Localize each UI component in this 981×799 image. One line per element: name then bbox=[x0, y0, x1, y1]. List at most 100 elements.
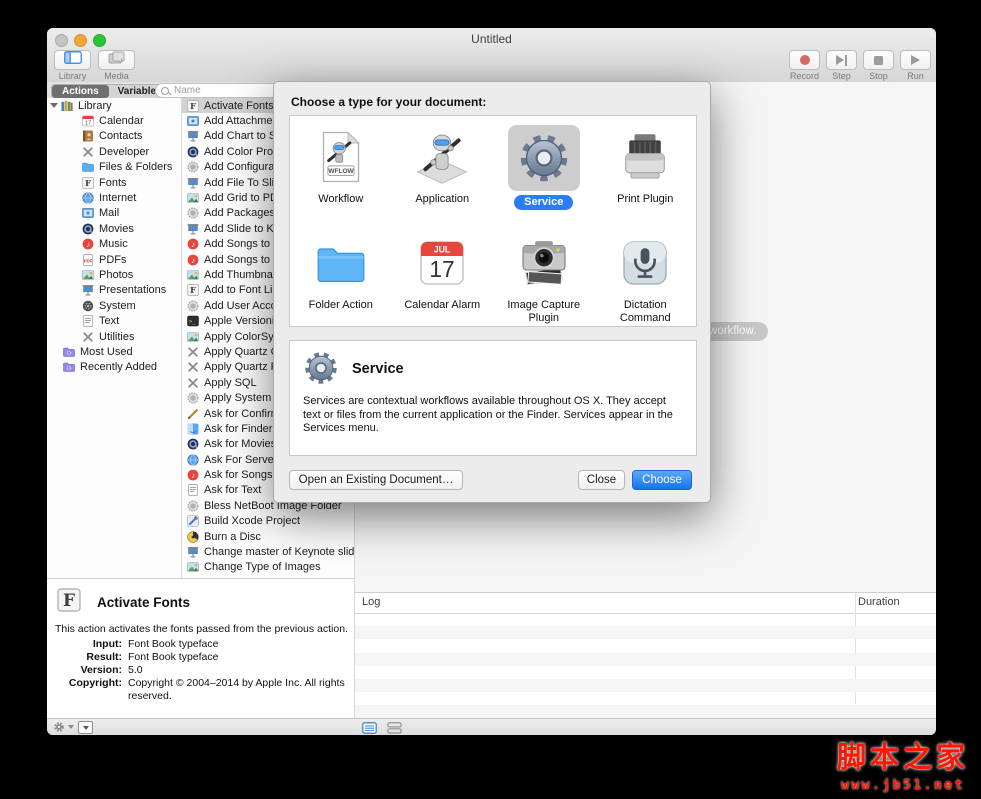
svg-text:♪: ♪ bbox=[191, 471, 195, 480]
duration-column-header[interactable]: Duration bbox=[858, 596, 900, 608]
library-toolbar-button[interactable]: Library bbox=[54, 50, 91, 82]
system-icon bbox=[82, 300, 94, 312]
sidebar-item-fonts[interactable]: FFonts bbox=[47, 175, 181, 190]
stop-button[interactable]: Stop bbox=[863, 50, 894, 82]
log-header: Log Duration bbox=[355, 593, 936, 614]
folder-icon bbox=[309, 231, 373, 295]
type-detail-box: Service Services are contextual workflow… bbox=[289, 340, 697, 456]
doc-type-service[interactable]: Service bbox=[493, 116, 595, 222]
sidebar-item-calendar[interactable]: 17Calendar bbox=[47, 113, 181, 128]
doc-type-calendar-alarm[interactable]: JUL17 Calendar Alarm bbox=[392, 222, 494, 328]
doc-type-label: Calendar Alarm bbox=[404, 299, 480, 312]
doc-type-dictation-command[interactable]: Dictation Command bbox=[595, 222, 697, 328]
camera-icon bbox=[512, 231, 576, 295]
xtool-icon bbox=[82, 331, 94, 343]
actions-variables-segment: Actions Variables bbox=[51, 84, 172, 99]
description-field: Result:Font Book typeface bbox=[47, 651, 346, 664]
disclosure-triangle-icon[interactable] bbox=[50, 103, 58, 108]
sidebar-item-utilities[interactable]: Utilities bbox=[47, 329, 181, 344]
sidebar-item-text[interactable]: Text bbox=[47, 313, 181, 328]
sidebar-item-files-folders[interactable]: Files & Folders bbox=[47, 160, 181, 175]
record-icon bbox=[800, 55, 810, 65]
choose-button[interactable]: Choose bbox=[632, 470, 692, 490]
doc-type-print-plugin[interactable]: Print Plugin bbox=[595, 116, 697, 222]
detail-title: Service bbox=[352, 361, 404, 377]
doc-type-application[interactable]: Application bbox=[392, 116, 494, 222]
sidebar-item-pdfs[interactable]: PDF PDFs bbox=[47, 252, 181, 267]
log-column-header[interactable]: Log bbox=[362, 596, 380, 608]
sidebar-item-mail[interactable]: Mail bbox=[47, 206, 181, 221]
svg-text:♪: ♪ bbox=[119, 56, 124, 65]
view-log-toggle[interactable] bbox=[362, 721, 377, 735]
sidebar-item-movies[interactable]: Movies bbox=[47, 221, 181, 236]
record-button[interactable]: Record bbox=[789, 50, 820, 82]
watermark: 脚本之家 www.jb51.net bbox=[837, 734, 969, 793]
stamp-icon bbox=[187, 207, 199, 219]
sidebar-item-photos[interactable]: Photos bbox=[47, 267, 181, 282]
sidebar-item-label: Text bbox=[99, 315, 119, 327]
view-variables-toggle[interactable] bbox=[387, 721, 402, 735]
pdf-icon: PDF bbox=[82, 254, 94, 266]
log-row bbox=[355, 626, 936, 639]
description-field: Input:Font Book typeface bbox=[47, 638, 346, 651]
action-item-label: Ask for Songs bbox=[204, 469, 272, 481]
sidebar-item-label: Most Used bbox=[80, 346, 133, 358]
action-item-label: Change master of Keynote slide bbox=[204, 546, 354, 558]
gear-icon bbox=[302, 349, 340, 392]
media-icon: ♪ bbox=[108, 51, 126, 69]
keynote-icon bbox=[187, 546, 199, 558]
action-item-label: Apply SQL bbox=[204, 377, 257, 389]
watermark-title: 脚本之家 bbox=[837, 734, 969, 776]
close-button[interactable]: Close bbox=[578, 470, 625, 490]
sidebar-item-label: Photos bbox=[99, 269, 133, 281]
action-item-burn-a-disc[interactable]: Burn a Disc bbox=[182, 529, 354, 544]
contacts-icon bbox=[82, 130, 94, 142]
pen-icon bbox=[187, 408, 199, 420]
sidebar-item-library[interactable]: Library bbox=[47, 98, 181, 113]
doc-type-image-capture-plugin[interactable]: Image Capture Plugin bbox=[493, 222, 595, 328]
sidebar-item-music[interactable]: ♪Music bbox=[47, 237, 181, 252]
action-item-change-master-of-keynote-slide[interactable]: Change master of Keynote slide bbox=[182, 544, 354, 559]
options-checkbox[interactable] bbox=[78, 721, 93, 734]
xtool-icon bbox=[82, 146, 94, 158]
bottom-bar bbox=[47, 718, 936, 735]
doc-type-label: Service bbox=[514, 195, 573, 210]
doc-type-folder-action[interactable]: Folder Action bbox=[290, 222, 392, 328]
open-existing-document-button[interactable]: Open an Existing Document… bbox=[289, 470, 463, 490]
sidebar-item-internet[interactable]: Internet bbox=[47, 190, 181, 205]
sidebar-item-system[interactable]: System bbox=[47, 298, 181, 313]
run-button[interactable]: Run bbox=[900, 50, 931, 82]
svg-text:>_: >_ bbox=[189, 319, 196, 325]
action-item-change-type-of-images[interactable]: Change Type of Images bbox=[182, 560, 354, 575]
description-field: Copyright:Copyright © 2004–2014 by Apple… bbox=[47, 677, 346, 703]
watermark-url: www.jb51.net bbox=[837, 778, 969, 793]
doc-type-label: Application bbox=[415, 193, 469, 206]
gear-menu-button[interactable] bbox=[53, 721, 74, 733]
action-item-build-xcode-project[interactable]: Build Xcode Project bbox=[182, 514, 354, 529]
log-row bbox=[355, 639, 936, 652]
document-type-dialog: Choose a type for your document: WFLOWWo… bbox=[273, 81, 711, 503]
sidebar-item-label: Utilities bbox=[99, 331, 134, 343]
sidebar-item-developer[interactable]: Developer bbox=[47, 144, 181, 159]
tab-actions[interactable]: Actions bbox=[52, 85, 109, 98]
media-toolbar-button[interactable]: ♪ Media bbox=[98, 50, 135, 82]
step-button[interactable]: Step bbox=[826, 50, 857, 82]
description-fields: Input:Font Book typefaceResult:Font Book… bbox=[47, 638, 346, 703]
svg-text:♪: ♪ bbox=[191, 240, 195, 249]
workflow-icon: WFLOW bbox=[309, 125, 373, 189]
sidebar-item-most-used[interactable]: Most Used bbox=[47, 344, 181, 359]
doc-type-workflow[interactable]: WFLOWWorkflow bbox=[290, 116, 392, 222]
sidebar-item-label: PDFs bbox=[99, 254, 127, 266]
photos-icon bbox=[187, 192, 199, 204]
calendar-big-icon: JUL17 bbox=[410, 231, 474, 295]
log-row bbox=[355, 653, 936, 666]
sidebar-item-label: Internet bbox=[99, 192, 136, 204]
fontbook-icon: F bbox=[187, 100, 199, 112]
svg-text:F: F bbox=[190, 286, 196, 296]
sidebar-item-recently-added[interactable]: Recently Added bbox=[47, 360, 181, 375]
library-sidebar: Library 17CalendarContactsDeveloperFiles… bbox=[47, 98, 182, 578]
sidebar-item-label: Fonts bbox=[99, 177, 127, 189]
sidebar-item-contacts[interactable]: Contacts bbox=[47, 129, 181, 144]
finder-icon bbox=[187, 423, 199, 435]
sidebar-item-presentations[interactable]: Presentations bbox=[47, 283, 181, 298]
